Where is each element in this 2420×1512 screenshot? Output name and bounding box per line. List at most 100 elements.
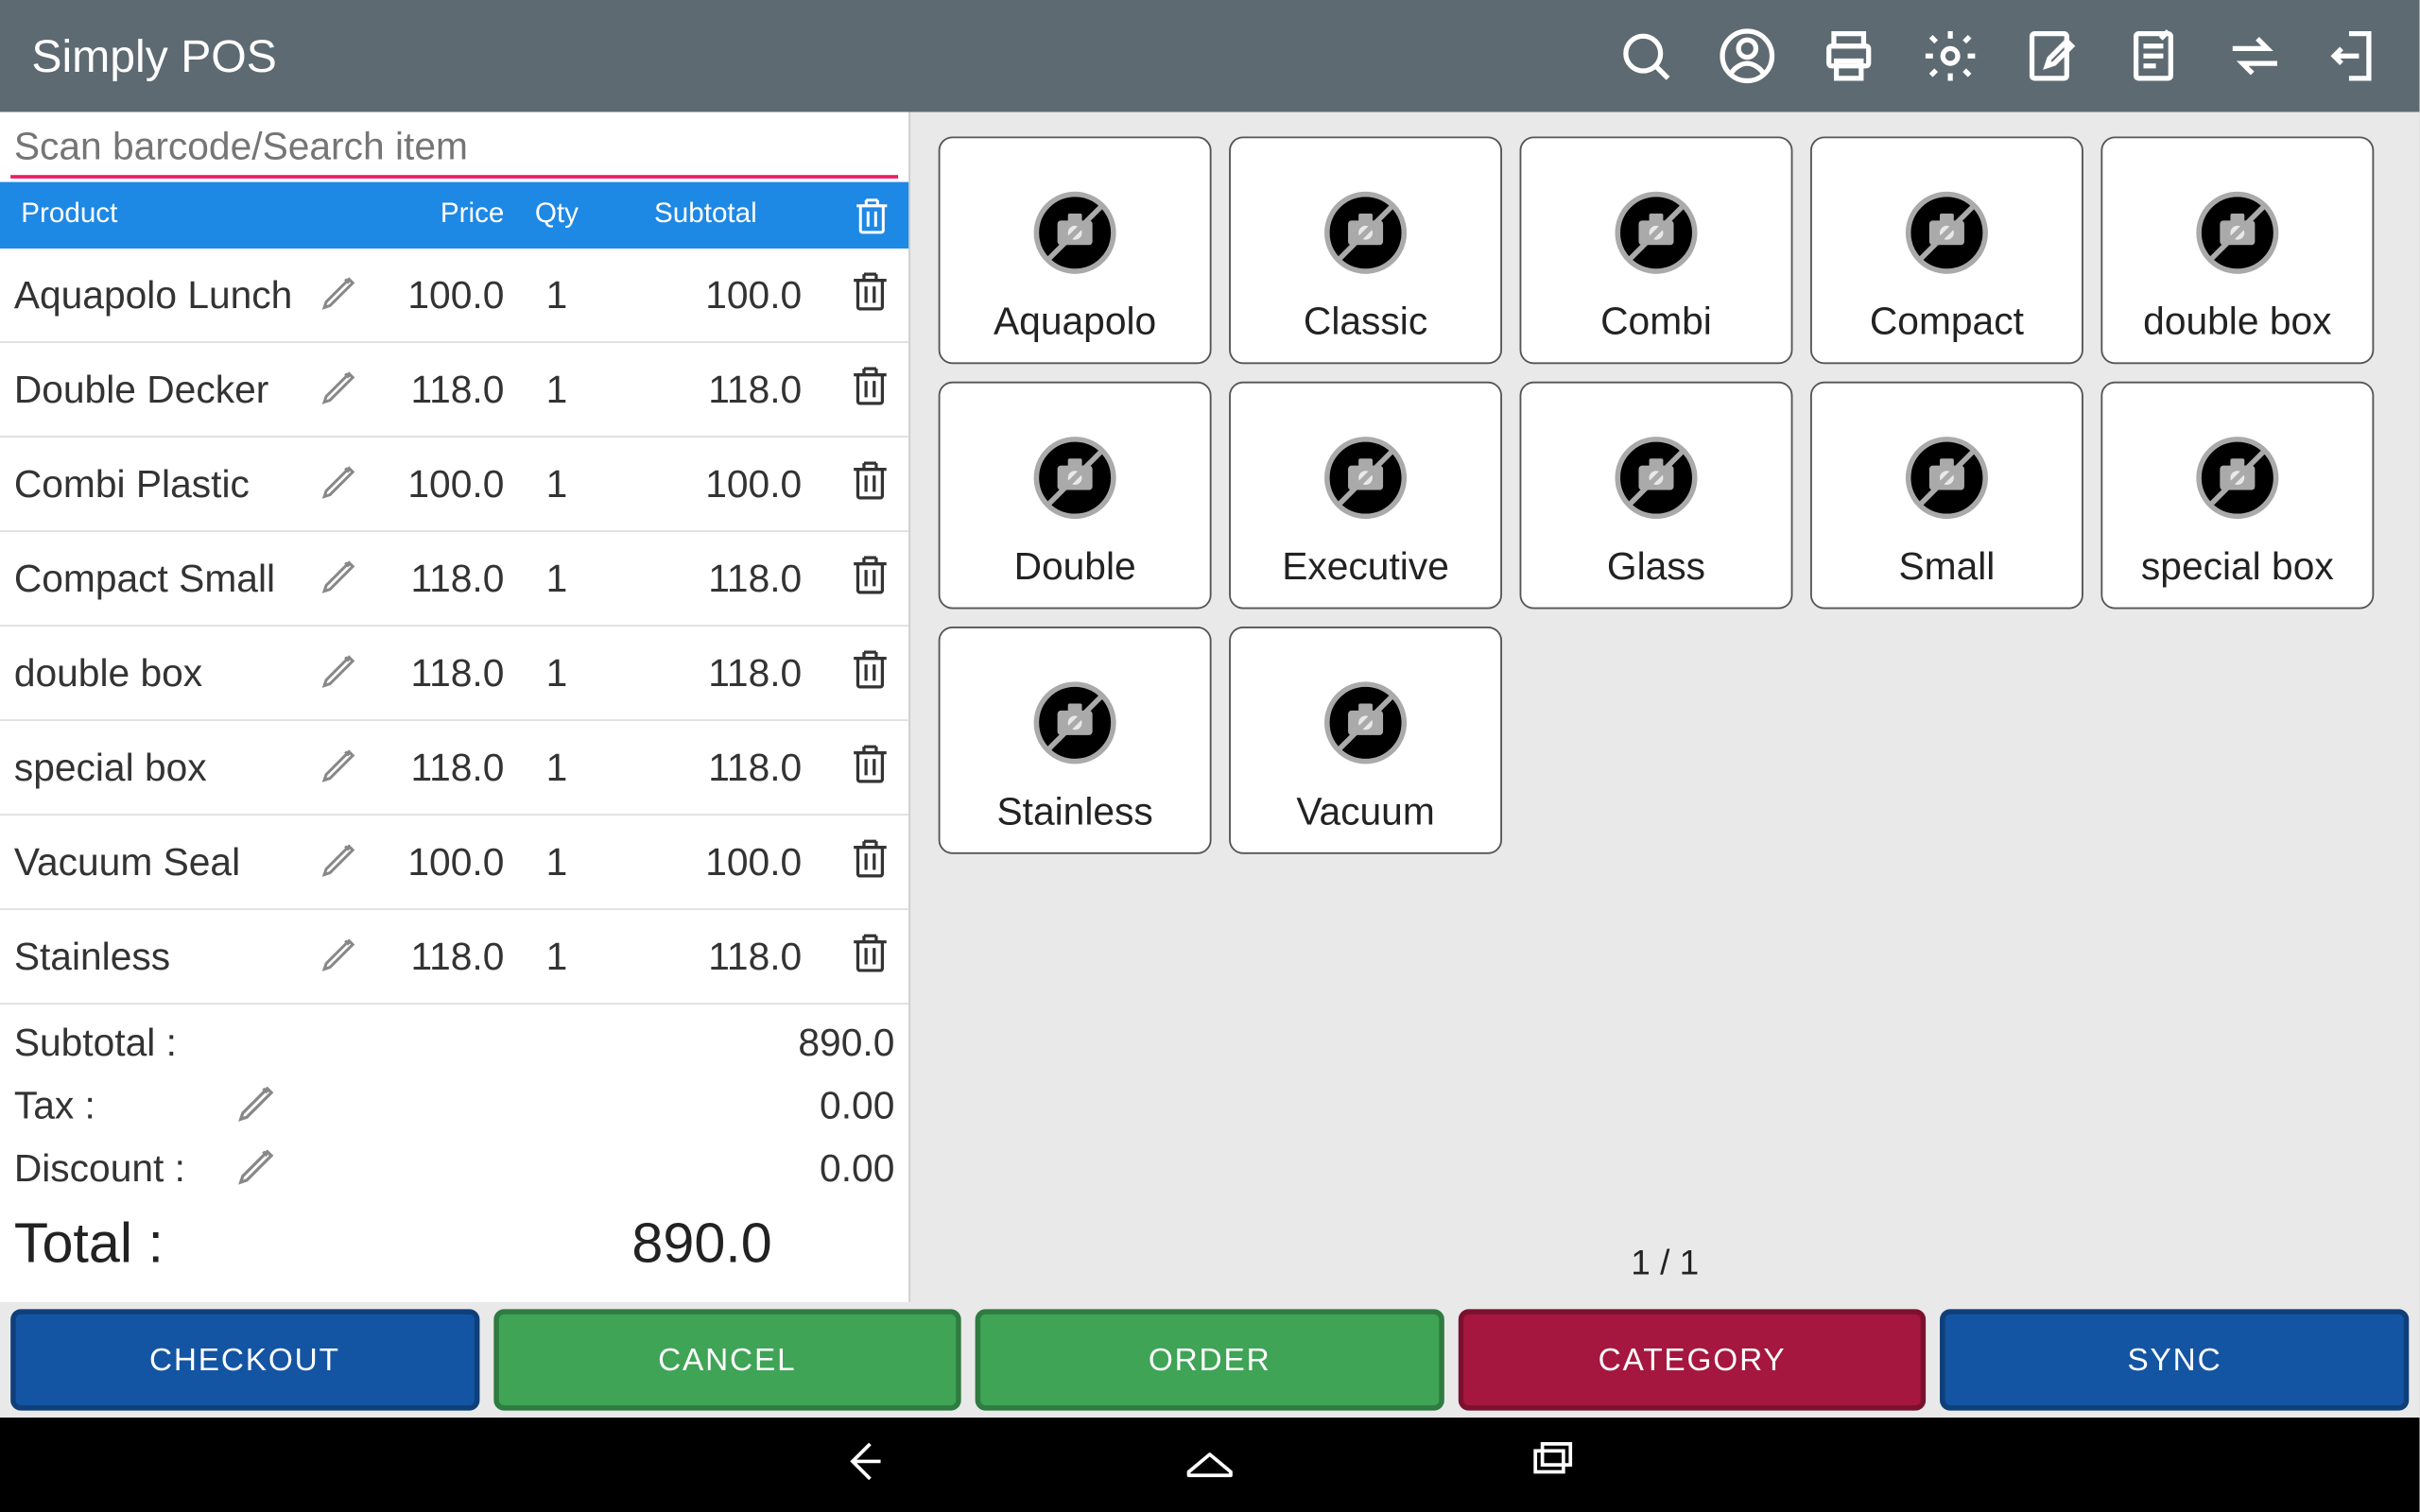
delete-item-icon[interactable] — [846, 360, 895, 420]
product-card[interactable]: Stainless — [939, 627, 1212, 854]
action-bar: CHECKOUT CANCEL ORDER CATEGORY SYNC — [0, 1302, 2419, 1418]
cancel-button[interactable]: CANCEL — [493, 1309, 962, 1410]
nav-recent-icon[interactable] — [1521, 1429, 1584, 1501]
discount-label: Discount : — [14, 1146, 224, 1192]
total-value: 890.0 — [312, 1211, 895, 1277]
edit-tax-icon[interactable] — [234, 1076, 284, 1136]
edit-item-icon[interactable] — [319, 739, 364, 795]
delete-item-icon[interactable] — [846, 833, 895, 892]
cart-row: special box 118.0 1 118.0 — [0, 721, 908, 816]
user-icon[interactable] — [1716, 25, 1779, 88]
delete-item-icon[interactable] — [846, 549, 895, 609]
no-image-icon — [1611, 187, 1702, 278]
header-bar: Simply POS — [0, 0, 2419, 112]
cart-row: Aquapolo Lunch 100.0 1 100.0 — [0, 249, 908, 343]
cart-item-name: Vacuum Seal — [14, 839, 312, 885]
cart-item-name: Aquapolo Lunch — [14, 272, 312, 318]
edit-item-icon[interactable] — [319, 550, 364, 606]
app-title: Simply POS — [31, 29, 1614, 83]
edit-item-icon[interactable] — [319, 455, 364, 511]
cart-item-price: 118.0 — [364, 934, 504, 979]
no-image-icon — [1320, 432, 1410, 523]
notes-icon[interactable] — [2122, 25, 2186, 88]
edit-item-icon[interactable] — [319, 928, 364, 984]
cart-item-qty: 1 — [504, 461, 609, 507]
delete-item-icon[interactable] — [846, 644, 895, 703]
category-button[interactable]: CATEGORY — [1458, 1309, 1927, 1410]
cart-item-name: Stainless — [14, 934, 312, 979]
cart-item-name: Combi Plastic — [14, 461, 312, 507]
product-card[interactable]: Executive — [1229, 382, 1502, 610]
cart-row: Vacuum Seal 100.0 1 100.0 — [0, 816, 908, 910]
product-card[interactable]: double box — [2100, 136, 2374, 364]
gear-icon[interactable] — [1919, 25, 1982, 88]
discount-value: 0.00 — [294, 1146, 894, 1192]
product-card[interactable]: Combi — [1520, 136, 1793, 364]
product-card[interactable]: Classic — [1229, 136, 1502, 364]
cart-item-price: 100.0 — [364, 461, 504, 507]
product-card[interactable]: special box — [2100, 382, 2374, 610]
product-card[interactable]: Double — [939, 382, 1212, 610]
no-image-icon — [1320, 187, 1410, 278]
product-card[interactable]: Aquapolo — [939, 136, 1212, 364]
cart-item-price: 100.0 — [364, 272, 504, 318]
totals-section: Subtotal : 890.0 Tax : 0.00 Discount : 0… — [0, 1005, 908, 1200]
delete-item-icon[interactable] — [846, 927, 895, 987]
product-grid: Aquapolo Classic Combi Compact double bo… — [910, 112, 2419, 1226]
subtotal-value: 890.0 — [294, 1021, 894, 1066]
product-card[interactable]: Glass — [1520, 382, 1793, 610]
no-image-icon — [2192, 187, 2283, 278]
cart-item-qty: 1 — [504, 556, 609, 601]
cart-item-subtotal: 118.0 — [609, 934, 802, 979]
exit-icon[interactable] — [2325, 25, 2388, 88]
nav-home-icon[interactable] — [1178, 1429, 1241, 1501]
no-image-icon — [1901, 187, 1992, 278]
cart-item-qty: 1 — [504, 367, 609, 412]
no-image-icon — [1029, 678, 1120, 768]
search-input[interactable] — [10, 119, 898, 179]
delete-item-icon[interactable] — [846, 266, 895, 325]
product-label: Aquapolo — [994, 300, 1156, 345]
product-label: Combi — [1600, 300, 1712, 345]
cart-item-qty: 1 — [504, 934, 609, 979]
order-button[interactable]: ORDER — [976, 1309, 1444, 1410]
product-card[interactable]: Vacuum — [1229, 627, 1502, 854]
checkout-button[interactable]: CHECKOUT — [10, 1309, 479, 1410]
sync-button[interactable]: SYNC — [1941, 1309, 2410, 1410]
cart-item-qty: 1 — [504, 650, 609, 696]
cart-row: Double Decker 118.0 1 118.0 — [0, 343, 908, 438]
edit-order-icon[interactable] — [2020, 25, 2083, 88]
edit-item-icon[interactable] — [319, 361, 364, 417]
edit-discount-icon[interactable] — [234, 1140, 284, 1199]
edit-item-icon[interactable] — [319, 833, 364, 889]
cart-row: double box 118.0 1 118.0 — [0, 627, 908, 721]
tax-value: 0.00 — [294, 1083, 894, 1128]
cart-item-price: 100.0 — [364, 839, 504, 885]
tax-label: Tax : — [14, 1083, 224, 1128]
cart-item-price: 118.0 — [364, 367, 504, 412]
print-icon[interactable] — [1817, 25, 1880, 88]
cart-item-price: 118.0 — [364, 556, 504, 601]
product-card[interactable]: Small — [1810, 382, 2083, 610]
nav-back-icon[interactable] — [835, 1429, 898, 1501]
clear-cart-icon[interactable] — [802, 193, 894, 238]
no-image-icon — [1320, 678, 1410, 768]
search-icon[interactable] — [1615, 25, 1678, 88]
cart-item-qty: 1 — [504, 839, 609, 885]
grand-total: Total : 890.0 — [0, 1200, 908, 1286]
col-price: Price — [364, 199, 504, 231]
cart-item-name: Compact Small — [14, 556, 312, 601]
cart-item-name: double box — [14, 650, 312, 696]
edit-item-icon[interactable] — [319, 644, 364, 700]
product-label: Vacuum — [1296, 789, 1434, 834]
cart-item-subtotal: 100.0 — [609, 272, 802, 318]
product-card[interactable]: Compact — [1810, 136, 2083, 364]
edit-item-icon[interactable] — [319, 266, 364, 322]
delete-item-icon[interactable] — [846, 455, 895, 514]
swap-icon[interactable] — [2223, 25, 2287, 88]
col-qty: Qty — [504, 199, 609, 231]
cart-item-qty: 1 — [504, 745, 609, 790]
delete-item-icon[interactable] — [846, 738, 895, 798]
no-image-icon — [1029, 432, 1120, 523]
no-image-icon — [1029, 187, 1120, 278]
